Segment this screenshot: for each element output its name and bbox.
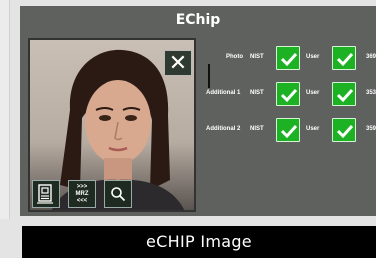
nist-check-photo xyxy=(276,46,300,70)
checkmark-icon xyxy=(280,88,298,103)
checkmark-icon xyxy=(280,124,298,139)
nist-check-additional-2 xyxy=(276,118,300,142)
document-scan-icon xyxy=(37,184,53,204)
caption-bar: eCHIP Image xyxy=(22,226,376,258)
checkmark-icon xyxy=(336,124,354,139)
nist-check-additional-1 xyxy=(276,82,300,106)
echip-panel: EChip ✕ >>> MRZ <<< Photo NIST User 369 … xyxy=(20,6,376,216)
row-value-additional-1: 353 xyxy=(366,90,376,96)
row-user-label: User xyxy=(306,54,320,60)
checkmark-icon xyxy=(336,88,354,103)
close-icon: ✕ xyxy=(168,50,188,75)
close-button[interactable]: ✕ xyxy=(164,50,192,76)
left-strip xyxy=(0,0,10,219)
row-value-additional-2: 359 xyxy=(366,126,376,132)
row-nist-label: NIST xyxy=(250,126,264,132)
divider xyxy=(208,64,210,88)
checkmark-icon xyxy=(336,52,354,67)
row-user-label: User xyxy=(306,126,320,132)
mrz-button[interactable]: >>> MRZ <<< xyxy=(68,180,96,208)
mrz-icon: >>> MRZ <<< xyxy=(75,183,89,204)
search-icon xyxy=(111,187,126,202)
row-value-photo: 369 xyxy=(366,54,376,60)
checkmark-icon xyxy=(280,52,298,67)
row-label-photo: Photo xyxy=(226,54,243,60)
row-user-label: User xyxy=(306,90,320,96)
row-label-additional-1: Additional 1 xyxy=(206,90,241,96)
user-check-photo xyxy=(332,46,356,70)
search-button[interactable] xyxy=(104,180,132,208)
row-label-additional-2: Additional 2 xyxy=(206,126,241,132)
row-nist-label: NIST xyxy=(250,90,264,96)
row-nist-label: NIST xyxy=(250,54,264,60)
panel-title: EChip xyxy=(175,12,221,28)
user-check-additional-1 xyxy=(332,82,356,106)
echip-window: EChip ✕ >>> MRZ <<< Photo NIST User 369 … xyxy=(0,0,376,258)
document-scan-button[interactable] xyxy=(32,180,60,208)
user-check-additional-2 xyxy=(332,118,356,142)
